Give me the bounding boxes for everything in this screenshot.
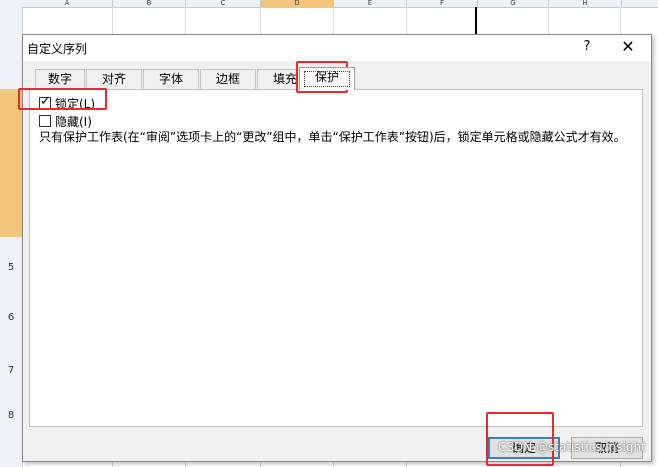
column-header-c[interactable]: C [186,0,261,7]
row-label-7[interactable]: 7 [0,365,22,376]
dialog-titlebar[interactable]: 自定义序列 ? ✕ [23,35,651,61]
tab-border[interactable]: 边框 [200,69,256,89]
column-header-h[interactable]: H [549,0,622,7]
hidden-checkbox[interactable] [39,115,51,127]
column-header-bar: A B C D E F G H [0,0,658,8]
column-header-e[interactable]: E [334,0,407,7]
column-header-d[interactable]: D [261,0,334,7]
row-label-5[interactable]: 5 [0,262,22,273]
help-icon[interactable]: ? [579,39,595,54]
protection-panel: ✓ 锁定(L) 隐藏(I) 只有保护工作表(在“审阅”选项卡上的“更改”组中，单… [29,89,643,427]
tab-focus-ring [304,71,350,87]
column-header-g[interactable]: G [478,0,549,7]
close-icon[interactable]: ✕ [619,37,637,56]
annotation-box-ok [486,412,554,466]
tab-font[interactable]: 字体 [143,69,199,89]
row-label-6[interactable]: 6 [0,312,22,323]
tab-strip: 数字 对齐 字体 边框 填充 保护 [31,67,651,90]
protection-description: 只有保护工作表(在“审阅”选项卡上的“更改”组中，单击“保护工作表”按钮)后，锁… [39,130,626,144]
annotation-box-locked [18,88,107,110]
watermark-text: CSDN @statistics.insight [498,440,646,454]
hidden-label[interactable]: 隐藏(I) [55,114,92,130]
column-header-b[interactable]: B [113,0,186,7]
row-label-8[interactable]: 8 [0,410,22,421]
row-header-highlight [0,89,22,237]
column-header-f[interactable]: F [407,0,478,7]
tab-number[interactable]: 数字 [35,69,85,89]
grid-border-line [475,7,477,37]
row-header-bar: 5 6 7 8 [0,7,23,467]
format-cells-dialog: 自定义序列 ? ✕ 数字 对齐 字体 边框 填充 保护 ✓ 锁定(L) 隐藏(I… [22,34,652,462]
tab-protection[interactable]: 保护 [299,67,355,90]
tab-alignment[interactable]: 对齐 [86,69,142,89]
dialog-title: 自定义序列 [27,42,88,56]
column-header-a[interactable]: A [22,0,113,7]
